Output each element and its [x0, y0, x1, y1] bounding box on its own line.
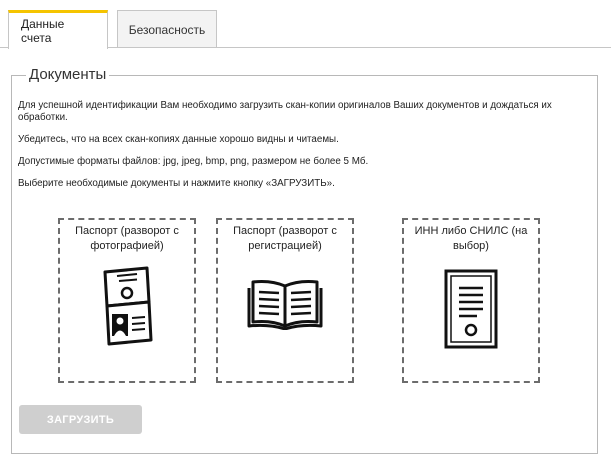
instructions: Для успешной идентификации Вам необходим…: [18, 100, 558, 200]
passport-registration-upload[interactable]: Паспорт (разворот с регистрацией): [216, 218, 354, 383]
tab-account-data-label: Данные счета: [21, 17, 65, 45]
doc-title: Паспорт (разворот с регистрацией): [233, 225, 337, 252]
passport-photo-icon: [103, 266, 153, 346]
doc-title: ИНН либо СНИЛС (на выбор): [414, 225, 528, 252]
instruction-text: Выберите необходимые документы и нажмите…: [18, 178, 335, 189]
certificate-icon: [444, 269, 498, 349]
open-book-icon: [247, 280, 323, 330]
doc-title: Паспорт (разворот с фотографией): [75, 225, 179, 252]
tab-security[interactable]: Безопасность: [117, 10, 217, 48]
tab-security-label: Безопасность: [128, 22, 206, 37]
tab-account-data[interactable]: Данные счета: [8, 10, 108, 49]
inn-snils-upload[interactable]: ИНН либо СНИЛС (на выбор): [402, 218, 540, 383]
documents-section: Документы Для успешной идентификации Вам…: [11, 66, 598, 454]
instruction-text: Убедитесь, что на всех скан-копиях данны…: [18, 134, 339, 145]
instruction-text: Для успешной идентификации Вам необходим…: [18, 100, 552, 123]
section-legend: Документы: [26, 66, 110, 84]
tab-bar: Данные счета Безопасность: [8, 10, 217, 49]
passport-photo-upload[interactable]: Паспорт (разворот с фотографией): [58, 218, 196, 383]
upload-button[interactable]: ЗАГРУЗИТЬ: [19, 405, 142, 434]
instruction-text: Допустимые форматы файлов: jpg, jpeg, bm…: [18, 156, 369, 167]
